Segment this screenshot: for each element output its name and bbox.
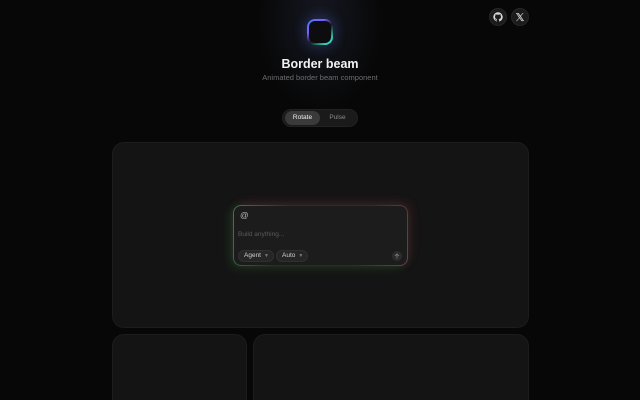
- chevron-down-icon: ▼: [298, 253, 304, 259]
- preview-panel-small: [112, 334, 247, 400]
- x-logo-icon: [515, 12, 525, 22]
- github-link[interactable]: [489, 8, 507, 26]
- prompt-input[interactable]: [238, 228, 398, 240]
- border-beam-logo-icon: [307, 19, 333, 45]
- page: Border beam Animated border beam compone…: [0, 0, 640, 400]
- mode-toggle: Rotate Pulse: [282, 109, 358, 127]
- mode-select[interactable]: Agent ▼: [238, 250, 274, 262]
- send-button[interactable]: [392, 251, 402, 261]
- model-select[interactable]: Auto ▼: [276, 250, 309, 262]
- preview-panel-wide: [253, 334, 529, 400]
- toggle-option-pulse[interactable]: Pulse: [320, 111, 355, 125]
- page-title: Border beam: [281, 57, 359, 71]
- chevron-down-icon: ▼: [264, 253, 269, 259]
- model-select-value: Auto: [282, 252, 296, 259]
- x-link[interactable]: [511, 8, 529, 26]
- arrow-up-icon: [394, 253, 400, 259]
- github-icon: [493, 12, 503, 22]
- toggle-option-rotate[interactable]: Rotate: [285, 111, 320, 125]
- prompt-card: @ Agent ▼ Auto ▼: [233, 205, 408, 266]
- mention-icon[interactable]: @: [240, 210, 249, 220]
- page-subtitle: Animated border beam component: [262, 73, 378, 82]
- mode-select-value: Agent: [244, 252, 261, 259]
